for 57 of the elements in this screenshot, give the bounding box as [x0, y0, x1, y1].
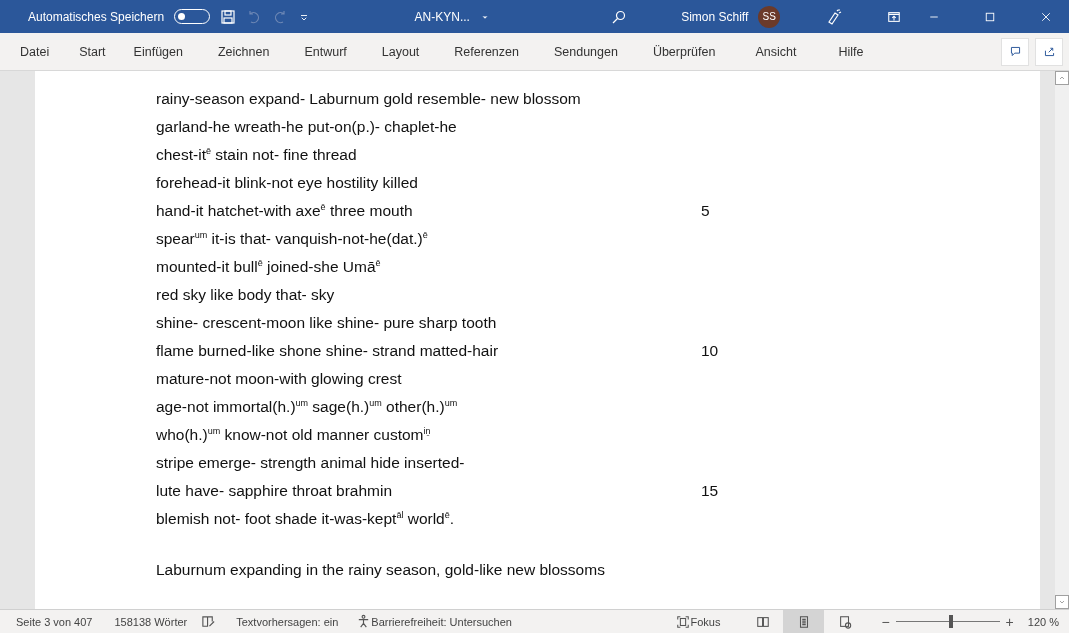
menu-tab[interactable]: Layout [381, 44, 420, 59]
paragraph: Laburnum expanding in the rainy season, gold-like new blossoms [156, 561, 606, 579]
comments-button[interactable] [1001, 37, 1029, 66]
focus-icon[interactable] [676, 614, 691, 629]
ribbon-display-icon[interactable] [887, 9, 901, 24]
zoom-level[interactable]: 120 % [1027, 615, 1059, 628]
share-icon[interactable] [1042, 45, 1056, 58]
autosave-label: Automatisches Speichern [28, 9, 165, 24]
verse-line: forehead-it blink-not eye hostility killed [156, 174, 419, 192]
menu-tab[interactable]: Start [79, 44, 106, 59]
verse-line: shine- crescent-moon like shine- pure sharp tooth [156, 314, 498, 332]
accessibility-status[interactable]: Barrierefreiheit: Untersuchen [371, 615, 512, 628]
verse-line: stripe emerge- strength animal hide inserted- [156, 454, 466, 472]
menu-tab[interactable]: Entwurf [304, 44, 347, 59]
line-number: 15 [701, 482, 719, 500]
zoom-in-button[interactable]: + [1005, 613, 1014, 630]
zoom-out-button[interactable]: − [881, 613, 890, 630]
focus-button[interactable]: Fokus [690, 615, 721, 628]
share-button[interactable] [1035, 37, 1063, 66]
menu-tab[interactable]: Überprüfen [652, 44, 716, 59]
menu-tab[interactable]: Einfügen [133, 44, 183, 59]
search-icon[interactable] [611, 8, 628, 25]
page-count[interactable]: Seite 3 von 407 [16, 615, 93, 628]
verse-line: who(h.)$^{um}$ know-not old manner custom$^{iṉ}$ [156, 426, 432, 444]
user-name[interactable]: Simon Schiff [681, 9, 749, 24]
view-button[interactable] [783, 610, 825, 633]
verse-line: chest-it$^{ē}$ stain not- fine thread [156, 146, 358, 164]
proofing-icon[interactable] [201, 614, 217, 629]
verse-line: flame burned-like shone shine- strand matted-hair [156, 342, 500, 360]
menu-tab[interactable]: Zeichnen [217, 44, 270, 59]
book-icon[interactable] [755, 614, 770, 629]
verse-line: blemish not- foot shade it-was-kept$^{āl}$ world$^{ē}$. [156, 510, 456, 528]
verse-line: spear$^{um}$ it-is that- vanquish-not-he(dat.)$^{ē}$ [156, 230, 429, 248]
word-count[interactable]: 158138 Wörter [114, 615, 188, 628]
verse-line: garland-he wreath-he put-on(p.)- chaplet-he [156, 118, 458, 136]
menu-tab[interactable]: Referenzen [454, 44, 519, 59]
verse-line: red sky like body that- sky [156, 286, 336, 304]
user-avatar[interactable]: SS [758, 5, 781, 28]
verse-line: mounted-it bull$^{ē}$ joined-she Umā$^{ē}$ [156, 258, 382, 276]
line-number: 10 [701, 342, 719, 360]
menu-tab[interactable]: Sendungen [553, 44, 618, 59]
menu-tab[interactable]: Datei [20, 44, 50, 59]
maximize-icon[interactable] [984, 10, 996, 23]
verse-line: hand-it hatchet-with axe$^{ē}$ three mouth [156, 202, 414, 220]
web-page-icon[interactable] [837, 614, 852, 629]
menu-tab[interactable]: Hilfe [838, 44, 864, 59]
document-title[interactable]: AN-KYN... [414, 9, 470, 24]
verse-line: age-not immortal(h.)$^{um}$ sage(h.)$^{um}$ other(h.)$^{um}$ [156, 398, 459, 416]
comment-icon[interactable] [1008, 45, 1022, 58]
line-number: 5 [701, 202, 710, 220]
text-prediction-status[interactable]: Textvorhersagen: ein [236, 615, 339, 628]
close-icon[interactable] [1040, 10, 1052, 23]
verse-line: mature-not moon-with glowing crest [156, 370, 403, 388]
menu-tab[interactable]: Ansicht [755, 44, 797, 59]
save-icon[interactable] [220, 8, 237, 25]
verse-line: lute have- sapphire throat brahmin [156, 482, 394, 500]
verse-line: rainy-season expand- Laburnum gold resemble- new blossom [156, 90, 582, 108]
